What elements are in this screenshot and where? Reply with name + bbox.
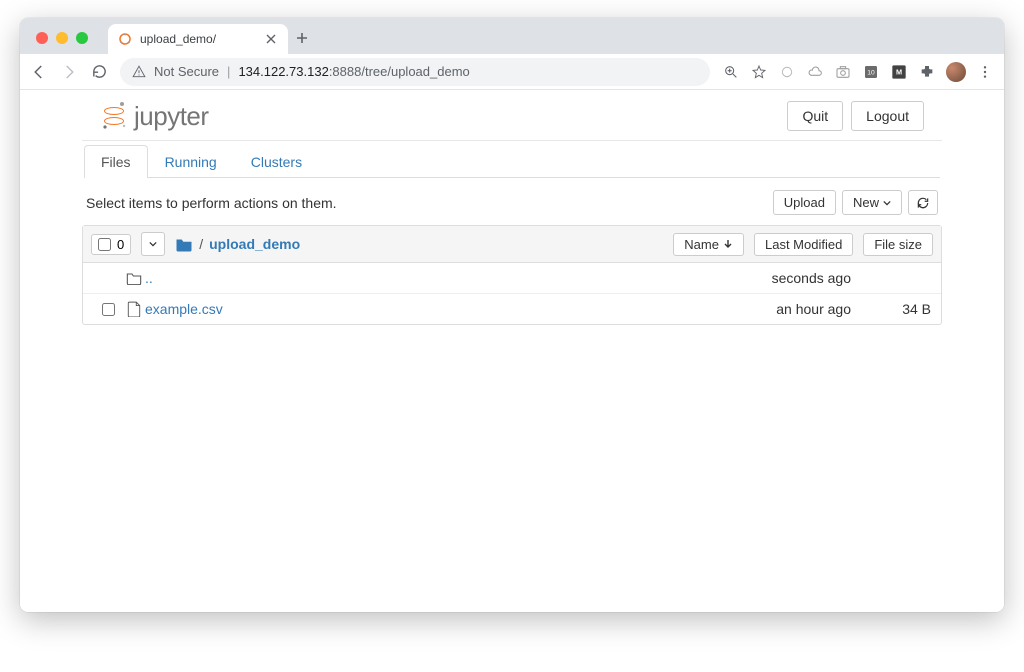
close-window-button[interactable]: [36, 32, 48, 44]
tab-clusters[interactable]: Clusters: [234, 145, 319, 178]
page-content: jupyter Quit Logout Files Running Cluste…: [20, 90, 1004, 612]
svg-text:10: 10: [867, 69, 875, 76]
address-bar: Not Secure | 134.122.73.132:8888/tree/up…: [20, 54, 1004, 90]
folder-outline-icon: [123, 271, 145, 285]
new-tab-button[interactable]: [288, 24, 316, 52]
drive-cloud-icon[interactable]: [806, 63, 824, 81]
instruction-text: Select items to perform actions on them.: [86, 195, 337, 211]
forward-button[interactable]: [60, 63, 78, 81]
url-bar[interactable]: Not Secure | 134.122.73.132:8888/tree/up…: [120, 58, 710, 86]
new-label: New: [853, 195, 879, 210]
row-modified: seconds ago: [711, 270, 851, 286]
camera-icon[interactable]: [834, 63, 852, 81]
tab-strip: upload_demo/: [20, 18, 1004, 54]
folder-icon[interactable]: [175, 236, 193, 252]
browser-menu-icon[interactable]: [976, 63, 994, 81]
jupyter-tabs: Files Running Clusters: [84, 141, 940, 178]
row-name[interactable]: example.csv: [145, 301, 711, 317]
row-modified: an hour ago: [711, 301, 851, 317]
url-separator: |: [227, 64, 230, 79]
profile-avatar[interactable]: [946, 62, 966, 82]
breadcrumb: / upload_demo: [175, 236, 300, 252]
tab-running[interactable]: Running: [148, 145, 234, 178]
not-secure-warning-icon: [132, 65, 146, 79]
window-controls: [28, 32, 96, 54]
file-toolbar: Select items to perform actions on them.…: [82, 178, 942, 225]
caret-down-icon: [883, 199, 891, 207]
file-row[interactable]: example.csv an hour ago 34 B: [83, 294, 941, 324]
sort-down-icon: [723, 239, 733, 249]
file-row-parent-dir[interactable]: .. seconds ago: [83, 263, 941, 294]
svg-text:M: M: [896, 67, 902, 76]
select-all-control[interactable]: 0: [91, 234, 131, 255]
url-text: 134.122.73.132:8888/tree/upload_demo: [238, 64, 469, 79]
column-name-sort[interactable]: Name: [673, 233, 744, 256]
select-count: 0: [117, 237, 124, 252]
jupyter-logo-text: jupyter: [134, 101, 209, 132]
bookmark-star-icon[interactable]: [750, 63, 768, 81]
logout-button[interactable]: Logout: [851, 101, 924, 131]
column-modified-sort[interactable]: Last Modified: [754, 233, 853, 256]
breadcrumb-separator: /: [199, 236, 203, 252]
row-name[interactable]: ..: [145, 270, 711, 286]
column-size-sort[interactable]: File size: [863, 233, 933, 256]
toolbar-extensions: 10 M: [722, 62, 994, 82]
back-button[interactable]: [30, 63, 48, 81]
browser-tab[interactable]: upload_demo/: [108, 24, 288, 54]
extension-icon-1[interactable]: [778, 63, 796, 81]
extensions-puzzle-icon[interactable]: [918, 63, 936, 81]
jupyter-favicon-icon: [118, 32, 132, 46]
refresh-icon: [916, 196, 930, 210]
tab-title: upload_demo/: [140, 32, 256, 46]
caret-down-icon: [149, 240, 157, 248]
zoom-icon[interactable]: [722, 63, 740, 81]
file-icon: [123, 301, 145, 317]
not-secure-label: Not Secure: [154, 64, 219, 79]
file-list: 0 / upload_demo Name: [82, 225, 942, 325]
jupyter-logo[interactable]: jupyter: [100, 100, 209, 132]
extension-badge-icon[interactable]: 10: [862, 63, 880, 81]
select-all-checkbox[interactable]: [98, 238, 111, 251]
new-dropdown-button[interactable]: New: [842, 190, 902, 215]
file-list-header: 0 / upload_demo Name: [83, 226, 941, 263]
jupyter-logo-icon: [100, 100, 128, 132]
row-size: 34 B: [851, 301, 931, 317]
tab-close-icon[interactable]: [264, 32, 278, 46]
select-type-dropdown[interactable]: [141, 232, 165, 256]
extension-m-icon[interactable]: M: [890, 63, 908, 81]
reload-button[interactable]: [90, 63, 108, 81]
row-checkbox[interactable]: [102, 303, 115, 316]
jupyter-header: jupyter Quit Logout: [82, 90, 942, 141]
breadcrumb-current[interactable]: upload_demo: [209, 236, 300, 252]
tab-files[interactable]: Files: [84, 145, 148, 178]
maximize-window-button[interactable]: [76, 32, 88, 44]
refresh-button[interactable]: [908, 190, 938, 215]
upload-button[interactable]: Upload: [773, 190, 836, 215]
minimize-window-button[interactable]: [56, 32, 68, 44]
browser-window: upload_demo/ Not Secure | 134.122.73.13: [20, 18, 1004, 612]
quit-button[interactable]: Quit: [787, 101, 843, 131]
